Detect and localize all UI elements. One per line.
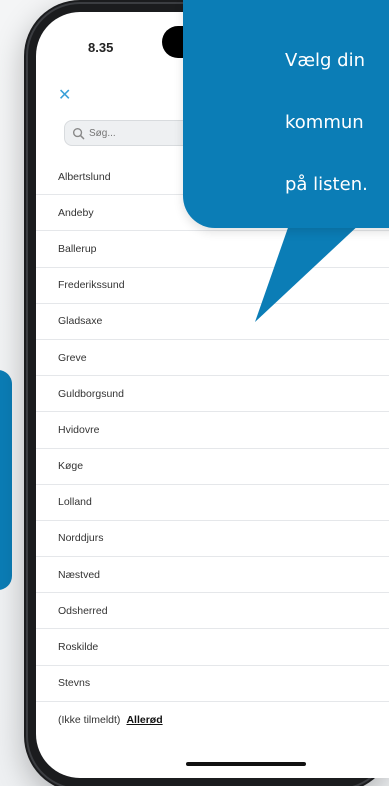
- list-item[interactable]: Roskilde: [36, 629, 389, 666]
- list-item[interactable]: Odsherred: [36, 593, 389, 630]
- home-indicator: [186, 762, 306, 766]
- list-item[interactable]: Frederikssund: [36, 268, 389, 304]
- list-item[interactable]: Køge: [36, 449, 389, 485]
- status-time: 8.35: [88, 40, 114, 55]
- list-item[interactable]: Greve: [36, 340, 389, 377]
- list-item-unregistered[interactable]: (Ikke tilmeldt) Allerød: [36, 702, 389, 738]
- list-item[interactable]: Hvidovre: [36, 412, 389, 449]
- list-item[interactable]: Stevns: [36, 666, 389, 702]
- side-info-card: [0, 370, 12, 590]
- list-item[interactable]: Næstved: [36, 557, 389, 594]
- tooltip-bubble: Vælg din kommun på listen.: [183, 0, 389, 228]
- tooltip-line-2: kommun: [285, 112, 364, 133]
- list-item[interactable]: Guldborgsund: [36, 376, 389, 413]
- list-item[interactable]: Lolland: [36, 485, 389, 521]
- unregistered-municipality: Allerød: [126, 713, 163, 726]
- search-icon: [72, 127, 85, 139]
- list-item[interactable]: Gladsaxe: [36, 304, 389, 340]
- municipality-list: Albertslund Andeby Ballerup Frederikssun…: [36, 159, 389, 738]
- close-icon[interactable]: ✕: [58, 88, 71, 104]
- unregistered-label: (Ikke tilmeldt): [58, 713, 121, 726]
- list-item[interactable]: Ballerup: [36, 231, 389, 268]
- tooltip-text: Vælg din kommun på listen.: [285, 14, 389, 231]
- tooltip-line-1: Vælg din: [285, 50, 365, 71]
- stage: 8.35 ✕ K Albertslund Andeby Ballerup Fre…: [0, 0, 389, 786]
- tooltip-line-3: på listen.: [285, 174, 368, 195]
- list-item[interactable]: Norddjurs: [36, 521, 389, 558]
